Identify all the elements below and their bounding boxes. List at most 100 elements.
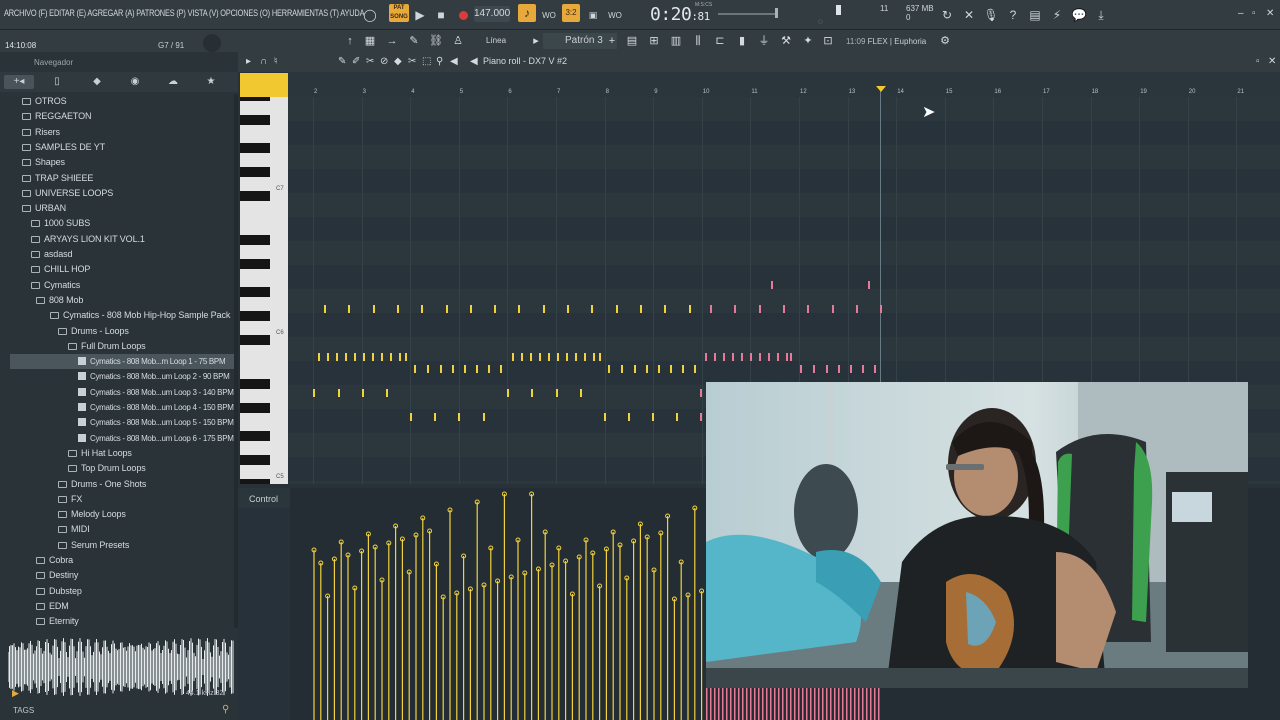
master-volume-slider[interactable]: [718, 13, 776, 15]
wait-record-icon[interactable]: WO: [540, 6, 558, 24]
midi-note[interactable]: [771, 281, 773, 289]
midi-note[interactable]: [440, 365, 442, 373]
midi-note[interactable]: [458, 413, 460, 421]
slice-tool-icon[interactable]: ✂: [408, 56, 416, 67]
velocity-bar[interactable]: [778, 688, 780, 720]
midi-note[interactable]: [507, 389, 509, 397]
midi-note[interactable]: [318, 353, 320, 361]
add-pattern-icon[interactable]: +: [604, 33, 620, 49]
midi-note[interactable]: [556, 389, 558, 397]
velocity-bar[interactable]: [742, 688, 744, 720]
keyboard-icon[interactable]: ▦: [362, 33, 378, 49]
pr-close-icon[interactable]: ✕: [1268, 56, 1276, 67]
loop-record-icon[interactable]: WO: [606, 6, 624, 24]
midi-note[interactable]: [348, 305, 351, 313]
midi-note[interactable]: [800, 365, 802, 373]
velocity-bar[interactable]: [786, 688, 788, 720]
preview-play-icon[interactable]: ▶: [12, 688, 19, 699]
velocity-bar[interactable]: [714, 688, 716, 720]
midi-note[interactable]: [575, 353, 577, 361]
velocity-bar[interactable]: [838, 688, 840, 720]
delete-tool-icon[interactable]: ✂: [366, 56, 374, 67]
midi-note[interactable]: [700, 413, 702, 421]
velocity-bar[interactable]: [738, 688, 740, 720]
midi-note[interactable]: [338, 389, 340, 397]
velocity-bar[interactable]: [822, 688, 824, 720]
midi-note[interactable]: [758, 305, 761, 313]
browser-folder-item[interactable]: Shapes: [22, 155, 65, 170]
midi-note[interactable]: [615, 305, 618, 313]
browser-folder-item[interactable]: SAMPLES DE YT: [22, 140, 105, 155]
browser-folder-item[interactable]: Cymatics - 808 Mob Hip-Hop Sample Pack: [50, 308, 230, 323]
mixer-view-icon[interactable]: ⫼: [690, 33, 706, 49]
black-key[interactable]: [240, 379, 270, 389]
browser-folder-item[interactable]: OTROS: [22, 94, 67, 109]
browser-file-item[interactable]: Cymatics - 808 Mob...m Loop 1 - 75 BPM: [10, 354, 234, 370]
velocity-bar[interactable]: [842, 688, 844, 720]
midi-note[interactable]: [531, 389, 533, 397]
midi-note[interactable]: [542, 305, 545, 313]
countdown-button[interactable]: 3:2: [562, 4, 580, 22]
velocity-bar[interactable]: [862, 688, 864, 720]
midi-note[interactable]: [483, 413, 485, 421]
plug-icon[interactable]: ⏚: [756, 33, 772, 49]
metronome-button[interactable]: ♪: [518, 4, 536, 22]
plugin-icon[interactable]: ⚡: [1048, 6, 1066, 24]
velocity-bar[interactable]: [726, 688, 728, 720]
midi-note[interactable]: [386, 389, 388, 397]
play-button[interactable]: ▶: [411, 6, 429, 24]
black-key[interactable]: [240, 97, 270, 101]
midi-note[interactable]: [521, 353, 523, 361]
playback-tool-icon[interactable]: ◀: [450, 56, 458, 67]
midi-note[interactable]: [705, 353, 707, 361]
midi-note[interactable]: [396, 305, 399, 313]
browser-folder-item[interactable]: URBAN: [22, 201, 66, 216]
midi-note[interactable]: [855, 305, 858, 313]
velocity-bar[interactable]: [874, 688, 876, 720]
midi-note[interactable]: [768, 353, 770, 361]
browser-folder-item[interactable]: UNIVERSE LOOPS: [22, 186, 113, 201]
midi-note[interactable]: [676, 413, 678, 421]
magnet-icon[interactable]: ∩: [260, 56, 267, 67]
select-tool-icon[interactable]: ⬚: [422, 56, 431, 67]
piano-roll-menu-icon[interactable]: ▸: [246, 56, 251, 67]
pat-song-toggle[interactable]: PAT SONG: [389, 4, 409, 22]
velocity-bar[interactable]: [746, 688, 748, 720]
black-key[interactable]: [240, 143, 270, 153]
midi-note[interactable]: [782, 305, 785, 313]
piano-keys[interactable]: [240, 97, 288, 484]
midi-note[interactable]: [405, 353, 407, 361]
file-icon[interactable]: ▮: [734, 33, 750, 49]
browser-folder-item[interactable]: Drums - One Shots: [58, 477, 146, 492]
mixer-icon[interactable]: ✕: [960, 6, 978, 24]
velocity-bar[interactable]: [878, 688, 880, 720]
midi-note[interactable]: [646, 365, 648, 373]
browser-folder-item[interactable]: TRAP SHIEEE: [22, 171, 93, 186]
black-key[interactable]: [240, 431, 270, 441]
midi-note[interactable]: [427, 365, 429, 373]
midi-note[interactable]: [410, 413, 412, 421]
midi-note[interactable]: [874, 365, 876, 373]
browser-folder-item[interactable]: 1000 SUBS: [31, 216, 90, 231]
pr-minimize-icon[interactable]: ▫: [1256, 56, 1260, 67]
midi-note[interactable]: [434, 413, 436, 421]
chat-icon[interactable]: 💬: [1070, 6, 1088, 24]
midi-note[interactable]: [608, 365, 610, 373]
draw-tool-icon[interactable]: ✎: [338, 56, 346, 67]
browser-folder-item[interactable]: Eternity: [36, 614, 79, 628]
velocity-bar[interactable]: [790, 688, 792, 720]
line-mode-label[interactable]: Línea: [486, 36, 506, 45]
midi-note[interactable]: [313, 389, 315, 397]
slide-tool-icon[interactable]: ◆: [394, 56, 402, 67]
browser-folder-item[interactable]: Hi Hat Loops: [68, 446, 132, 461]
black-key[interactable]: [240, 311, 270, 321]
browser-folder-item[interactable]: Dubstep: [36, 584, 82, 599]
velocity-bar[interactable]: [826, 688, 828, 720]
zoom-tool-icon[interactable]: ⚲: [436, 56, 443, 67]
midi-note[interactable]: [628, 413, 630, 421]
midi-note[interactable]: [476, 365, 478, 373]
midi-note[interactable]: [831, 305, 834, 313]
midi-note[interactable]: [372, 305, 375, 313]
browser-file-item[interactable]: Cymatics - 808 Mob...um Loop 6 - 175 BPM: [78, 431, 234, 446]
paint-tool-icon[interactable]: ✐: [352, 56, 360, 67]
